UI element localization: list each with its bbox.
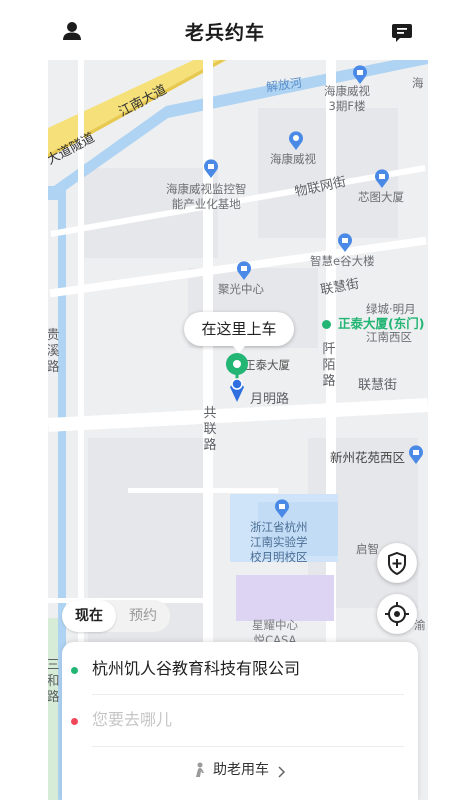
map-label-haikang: 海康威视: [270, 152, 316, 166]
destination-row[interactable]: 您要去哪儿: [62, 695, 418, 747]
poi-pin-icon: [236, 260, 252, 280]
locate-button[interactable]: [377, 594, 417, 634]
trip-panel: 杭州饥人谷教育科技有限公司 您要去哪儿 助老用车: [62, 642, 418, 800]
tab-now[interactable]: 现在: [62, 600, 116, 632]
poi-pin-icon: [203, 158, 219, 178]
map-label-haikang-industry: 海康威视监控智 能产业化基地: [166, 182, 247, 211]
map-label-jiangnan-xiyuan: 江南西区: [366, 330, 412, 344]
safety-button[interactable]: [377, 543, 417, 583]
map-label-yueming: 月明路: [250, 392, 290, 407]
message-icon[interactable]: [388, 18, 416, 46]
map-label-zhihui: 智慧e谷大楼: [310, 254, 375, 268]
elder-person-icon: [193, 762, 207, 778]
elder-service-link[interactable]: 助老用车: [62, 758, 418, 782]
map-label-haikang-3f: 海康威视 3期F楼: [324, 84, 370, 113]
map-label-xinzhou: 新州花苑西区: [330, 450, 406, 465]
map-label-school: 浙江省杭州 江南实验学 校月明校区: [250, 520, 308, 564]
map-label-west-road: 贵溪路: [48, 328, 60, 375]
pickup-pin-icon[interactable]: [222, 352, 252, 404]
map-label-zhengtai-east: 正泰大厦(东门): [338, 316, 425, 331]
green-dot-icon: [322, 320, 331, 329]
poi-pin-icon: [408, 444, 424, 464]
destination-dot-icon: [71, 718, 78, 725]
map-label-gonglian: 共联路: [203, 406, 217, 453]
map-label-qi: 启智: [356, 542, 379, 556]
page-title: 老兵约车: [184, 22, 265, 44]
map-label-lucheng: 绿城·明月: [366, 302, 416, 316]
shield-plus-icon: [388, 551, 406, 576]
divider: [92, 746, 404, 747]
destination-input[interactable]: 您要去哪儿: [92, 709, 172, 731]
origin-text: 杭州饥人谷教育科技有限公司: [92, 659, 301, 678]
origin-dot-icon: [71, 667, 78, 674]
poi-pin-icon: [374, 168, 390, 188]
map-label-west-road2: 三和路: [48, 658, 60, 705]
pickup-bubble[interactable]: 在这里上车: [184, 312, 294, 353]
map-label-qianmo: 阡陌路: [322, 342, 336, 389]
school-pin-icon: [274, 498, 290, 518]
poi-pin-icon: [352, 64, 368, 84]
map-label-haikang-prefix: 海: [412, 76, 424, 90]
poi-pin-icon: [288, 130, 304, 150]
chevron-right-icon: [275, 763, 287, 778]
map-label-xintu: 芯图大厦: [358, 190, 404, 204]
map-label-juguang: 聚光中心: [218, 282, 264, 296]
elder-service-label: 助老用车: [213, 762, 269, 778]
origin-row[interactable]: 杭州饥人谷教育科技有限公司: [62, 644, 418, 696]
ride-time-tabs: 现在 预约: [62, 600, 170, 632]
crosshair-icon: [385, 602, 409, 626]
map-label-lianhui2: 联慧街: [358, 378, 398, 393]
tab-reserve[interactable]: 预约: [116, 600, 170, 632]
poi-pin-icon: [337, 232, 353, 252]
top-bar: 老兵约车: [0, 0, 450, 60]
